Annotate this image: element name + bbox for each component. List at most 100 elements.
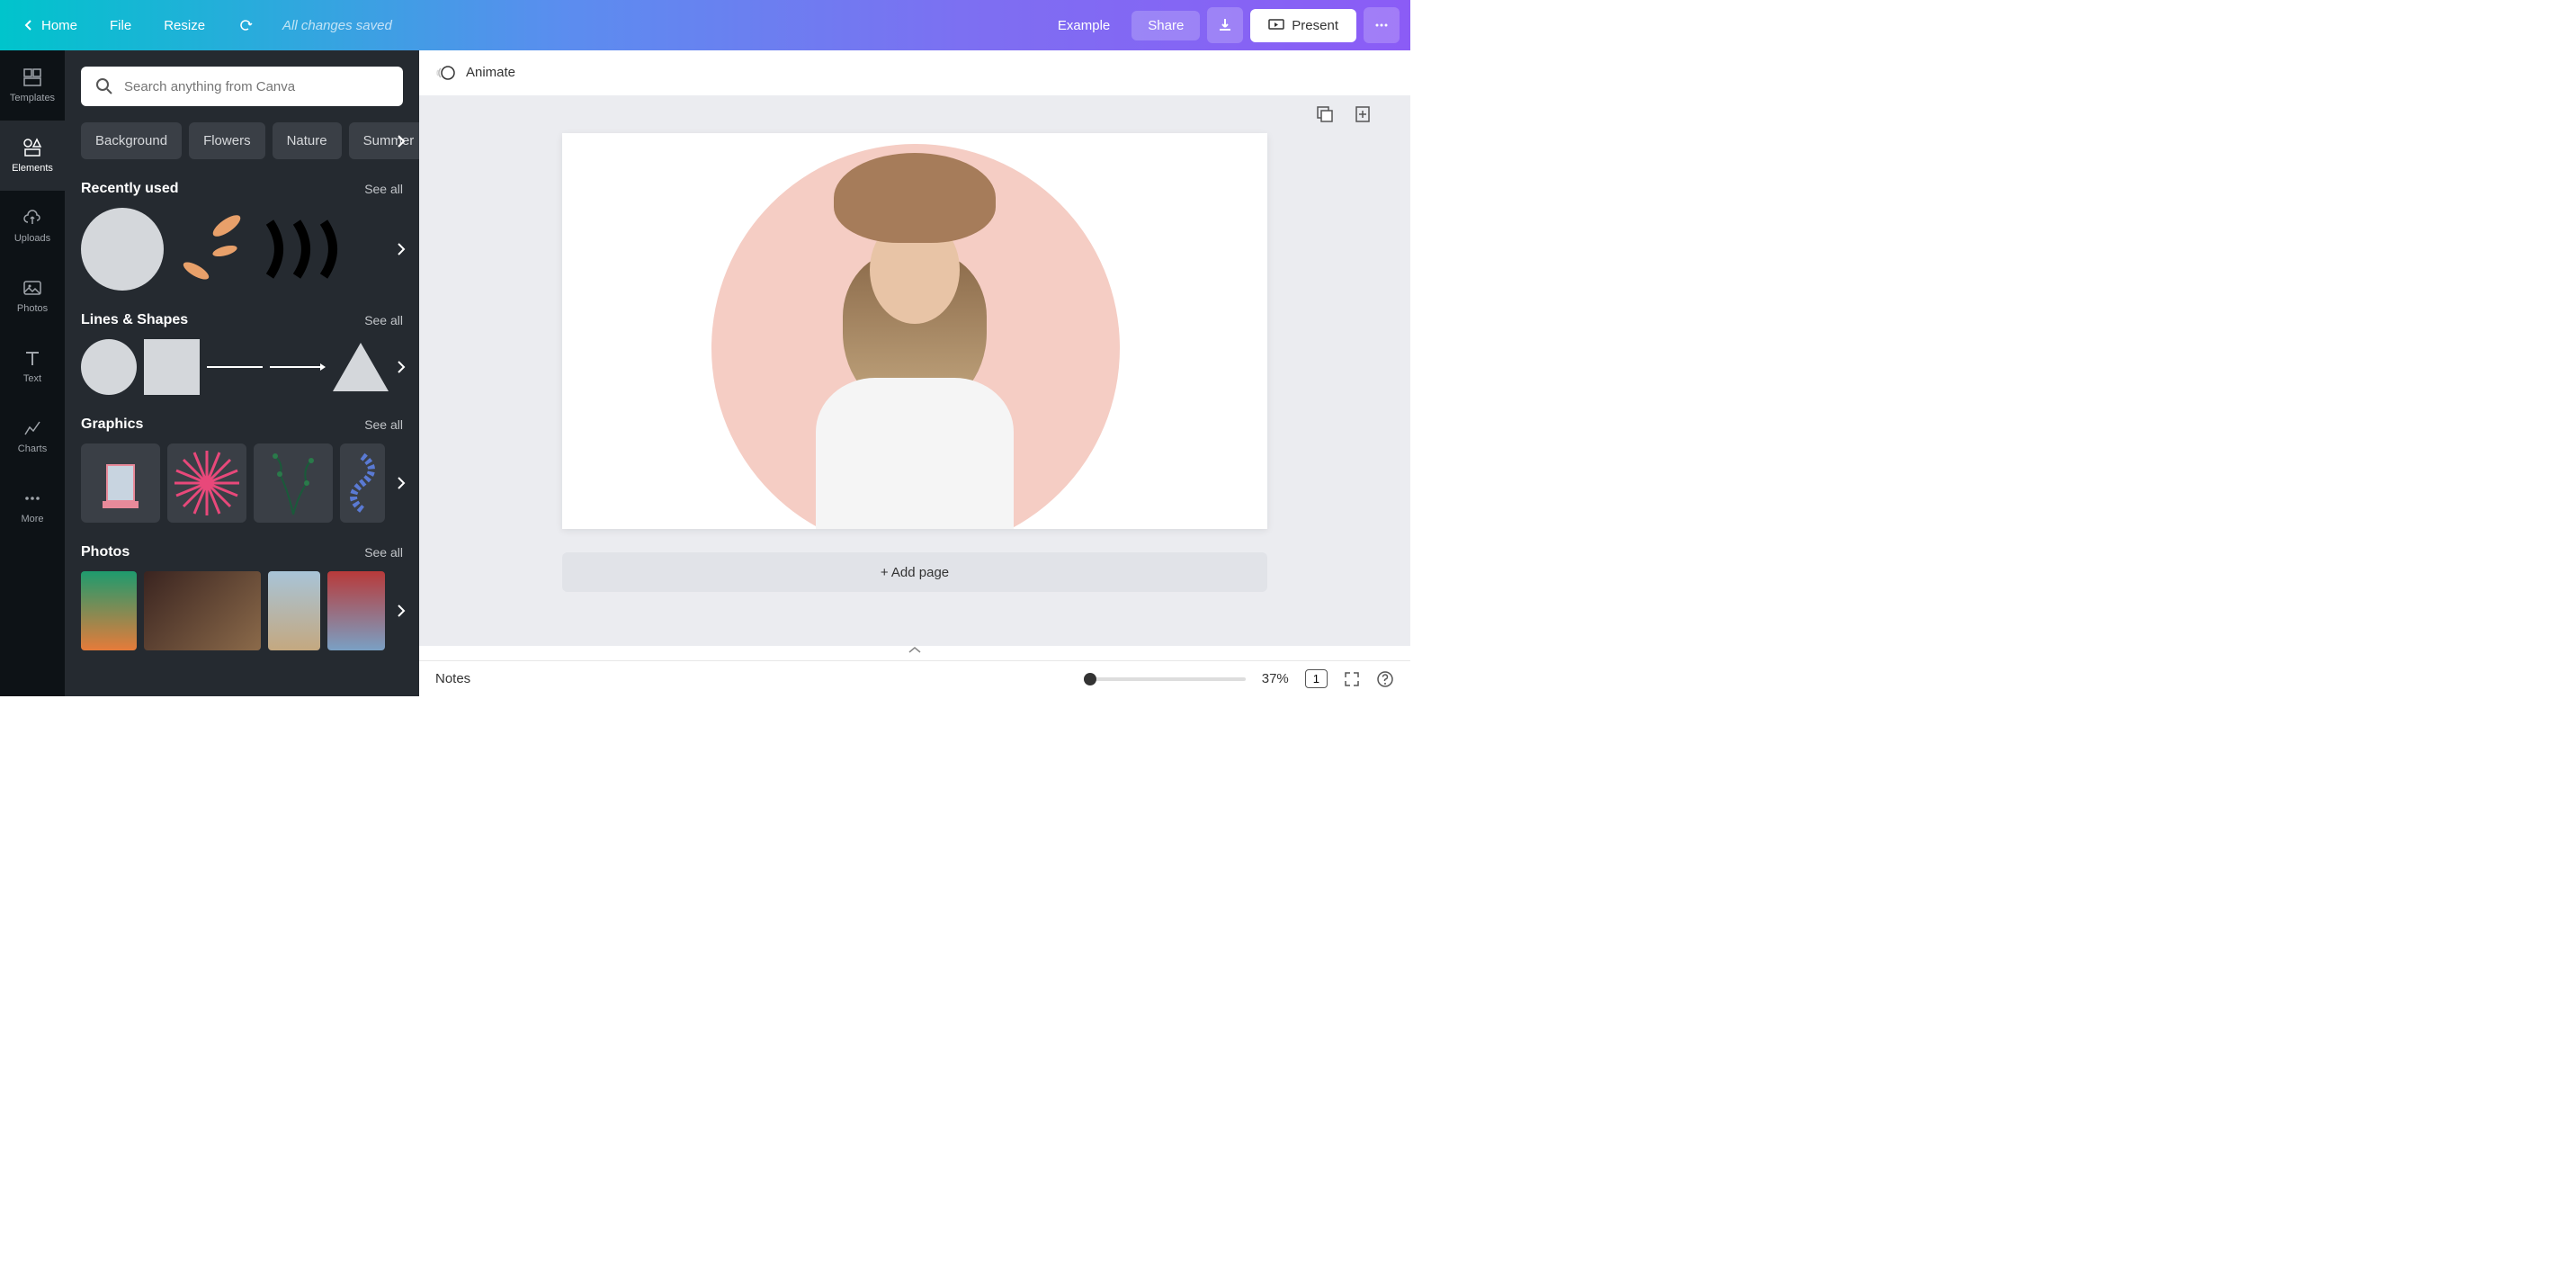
section-header: Photos See all: [81, 544, 403, 560]
chevron-right-icon: [394, 242, 408, 256]
canvas-viewport[interactable]: + Add page: [419, 95, 1410, 646]
photos-icon: [22, 278, 42, 298]
add-page-icon-button[interactable]: [1353, 104, 1374, 126]
download-button[interactable]: [1207, 7, 1243, 43]
graphic-green-branch[interactable]: [254, 443, 333, 523]
row-scroll-right[interactable]: [394, 242, 408, 256]
present-button[interactable]: Present: [1250, 9, 1356, 42]
file-button[interactable]: File: [97, 13, 144, 39]
section-header: Recently used See all: [81, 181, 403, 197]
search-input[interactable]: [124, 79, 389, 94]
section-title: Lines & Shapes: [81, 312, 188, 328]
add-page-button[interactable]: + Add page: [562, 552, 1267, 592]
rail-label: Text: [23, 373, 41, 384]
rail-item-charts[interactable]: Charts: [0, 401, 65, 471]
fullscreen-icon: [1344, 671, 1360, 687]
chip-flowers[interactable]: Flowers: [189, 122, 265, 159]
zoom-level[interactable]: 37%: [1262, 671, 1289, 686]
person-photo-element[interactable]: [780, 144, 1051, 529]
top-header: Home File Resize All changes saved Examp…: [0, 0, 1410, 50]
fullscreen-button[interactable]: [1344, 671, 1360, 687]
graphic-blue-swirl[interactable]: [340, 443, 385, 523]
photo-thumb-4[interactable]: [327, 571, 385, 650]
shape-line[interactable]: [207, 366, 263, 368]
chips-row: Background Flowers Nature Summer: [81, 122, 403, 159]
chip-background[interactable]: Background: [81, 122, 182, 159]
graphic-pink-starburst[interactable]: [167, 443, 246, 523]
canvas-area: Animate + Add page: [419, 50, 1410, 696]
document-name[interactable]: Example: [1058, 18, 1110, 33]
chip-nature[interactable]: Nature: [273, 122, 342, 159]
undo-button[interactable]: [225, 12, 266, 39]
chevron-right-icon: [394, 134, 408, 148]
shape-square[interactable]: [144, 339, 200, 395]
rail-item-more[interactable]: More: [0, 471, 65, 542]
search-icon: [95, 77, 113, 95]
shape-circle[interactable]: [81, 339, 137, 395]
present-label: Present: [1292, 18, 1338, 33]
home-button[interactable]: Home: [11, 13, 90, 39]
elements-icon: [22, 138, 42, 157]
rail-item-text[interactable]: Text: [0, 331, 65, 401]
search-bar[interactable]: [81, 67, 403, 106]
canvas-toolbar: Animate: [419, 50, 1410, 95]
photo-thumb-2[interactable]: [144, 571, 261, 650]
rail-label: Charts: [18, 443, 47, 454]
expand-pages-handle[interactable]: [419, 646, 1410, 660]
chevron-right-icon: [394, 604, 408, 618]
charts-icon: [22, 418, 42, 438]
shape-arrow-line[interactable]: [270, 362, 326, 372]
items-row: [81, 571, 403, 650]
saved-status: All changes saved: [282, 18, 392, 33]
see-all-link[interactable]: See all: [364, 417, 403, 432]
element-orange-sparks[interactable]: [171, 208, 254, 291]
section-graphics: Graphics See all: [81, 417, 403, 523]
row-scroll-right[interactable]: [394, 360, 408, 374]
chips-scroll-right[interactable]: [394, 134, 408, 148]
element-gray-circle[interactable]: [81, 208, 164, 291]
section-title: Photos: [81, 544, 130, 560]
items-row: [81, 339, 403, 395]
zoom-slider-thumb[interactable]: [1084, 673, 1096, 685]
animate-icon: [435, 63, 455, 83]
shape-triangle[interactable]: [333, 343, 389, 391]
share-button[interactable]: Share: [1131, 11, 1200, 40]
elements-panel: Background Flowers Nature Summer Recentl…: [65, 50, 419, 696]
help-icon: [1376, 670, 1394, 688]
rail-item-uploads[interactable]: Uploads: [0, 191, 65, 261]
see-all-link[interactable]: See all: [364, 545, 403, 560]
chevron-right-icon: [394, 476, 408, 490]
design-page[interactable]: [562, 133, 1267, 529]
dots-horizontal-icon: [1373, 17, 1390, 33]
photo-thumb-3[interactable]: [268, 571, 320, 650]
notes-button[interactable]: Notes: [435, 671, 470, 686]
row-scroll-right[interactable]: [394, 604, 408, 618]
element-black-arrows[interactable]: [261, 208, 360, 291]
zoom-slider[interactable]: [1084, 677, 1246, 681]
photo-thumb-1[interactable]: [81, 571, 137, 650]
graphic-isometric-letter[interactable]: [81, 443, 160, 523]
chevron-right-icon: [394, 360, 408, 374]
duplicate-page-button[interactable]: [1315, 104, 1337, 126]
row-scroll-right[interactable]: [394, 476, 408, 490]
text-icon: [22, 348, 42, 368]
footer-bar: Notes 37% 1: [419, 660, 1410, 696]
more-options-button[interactable]: [1364, 7, 1400, 43]
page-count[interactable]: 1: [1305, 669, 1328, 688]
rail-label: More: [21, 514, 43, 524]
see-all-link[interactable]: See all: [364, 313, 403, 327]
see-all-link[interactable]: See all: [364, 182, 403, 196]
section-title: Graphics: [81, 417, 143, 433]
help-button[interactable]: [1376, 670, 1394, 688]
rail-item-elements[interactable]: Elements: [0, 121, 65, 191]
animate-button[interactable]: Animate: [466, 65, 515, 80]
section-title: Recently used: [81, 181, 178, 197]
section-recently-used: Recently used See all: [81, 181, 403, 291]
chip-summer[interactable]: Summer: [349, 122, 419, 159]
header-right: Example Share Present: [1058, 7, 1400, 43]
resize-button[interactable]: Resize: [151, 13, 218, 39]
section-photos: Photos See all: [81, 544, 403, 650]
rail-item-templates[interactable]: Templates: [0, 50, 65, 121]
rail-label: Templates: [10, 93, 55, 103]
rail-item-photos[interactable]: Photos: [0, 261, 65, 331]
